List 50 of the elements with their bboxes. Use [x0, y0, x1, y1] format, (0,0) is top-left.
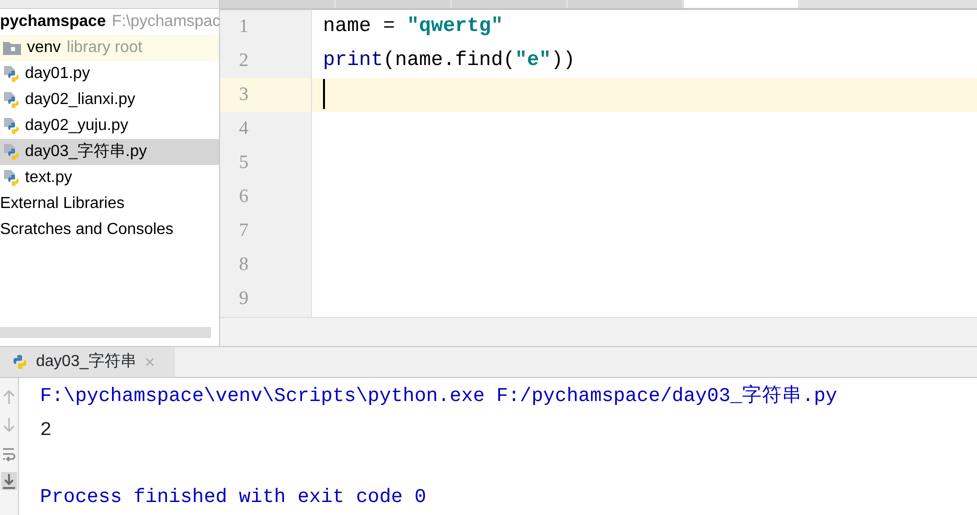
- line-number: 5: [239, 152, 248, 173]
- scroll-to-end-icon[interactable]: [1, 472, 17, 490]
- python-file-icon: [2, 65, 20, 83]
- file-name[interactable]: text.py: [25, 166, 72, 190]
- line-number: 2: [239, 50, 248, 71]
- line-number: 8: [239, 254, 248, 275]
- code-line: print(name.find("e")): [323, 49, 576, 72]
- line-number: 1: [239, 16, 248, 37]
- file-name[interactable]: day03_字符串.py: [25, 140, 147, 164]
- folder-icon: [2, 40, 22, 56]
- console-line: 2: [40, 418, 52, 440]
- scrollbar[interactable]: [0, 327, 211, 338]
- tree-row[interactable]: day01.py: [0, 61, 219, 87]
- line-number: 3: [239, 84, 248, 105]
- python-file-icon: [2, 117, 20, 135]
- up-arrow-icon[interactable]: [1, 388, 17, 406]
- line-number: 4: [239, 118, 248, 139]
- run-tab-title: day03_字符串: [36, 352, 136, 372]
- python-file-icon: [2, 91, 20, 109]
- line-number: 6: [239, 186, 248, 207]
- tree-row[interactable]: day02_lianxi.py: [0, 87, 219, 113]
- tree-row[interactable]: text.py: [0, 165, 219, 191]
- editor-tab[interactable]: [452, 0, 566, 8]
- project-name[interactable]: pychamspace: [0, 10, 106, 34]
- editor-tab[interactable]: [336, 0, 450, 8]
- editor-tab[interactable]: [220, 0, 334, 8]
- folder-note: library root: [66, 38, 142, 58]
- tree-item[interactable]: External Libraries: [0, 192, 124, 216]
- tree-row[interactable]: day02_yuju.py: [0, 113, 219, 139]
- tree-row[interactable]: day03_字符串.py: [0, 139, 219, 165]
- run-tab[interactable]: day03_字符串 ×: [0, 347, 176, 377]
- file-name[interactable]: day01.py: [25, 62, 90, 86]
- down-arrow-icon[interactable]: [1, 416, 17, 434]
- text-cursor: [323, 78, 325, 109]
- file-name[interactable]: day02_lianxi.py: [25, 88, 136, 112]
- folder-name[interactable]: venv: [27, 36, 61, 60]
- console-line: F:\pychamspace\venv\Scripts\python.exe F:/pychamspace/day03_字符串.py: [40, 385, 838, 407]
- python-icon: [12, 354, 28, 370]
- tree-item[interactable]: Scratches and Consoles: [0, 218, 174, 242]
- file-name[interactable]: day02_yuju.py: [25, 114, 128, 138]
- line-number: 9: [239, 288, 248, 309]
- editor-tab[interactable]: [568, 0, 682, 8]
- python-file-icon: [2, 169, 20, 187]
- python-file-icon: [2, 143, 20, 161]
- project-path: F:\pychamspac: [112, 12, 220, 32]
- editor-tab[interactable]: [684, 0, 798, 8]
- line-number: 7: [239, 220, 248, 241]
- tree-row[interactable]: venv library root: [0, 35, 219, 61]
- console-line: Process finished with exit code 0: [40, 486, 426, 508]
- code-line: name = "qwertg": [323, 15, 504, 38]
